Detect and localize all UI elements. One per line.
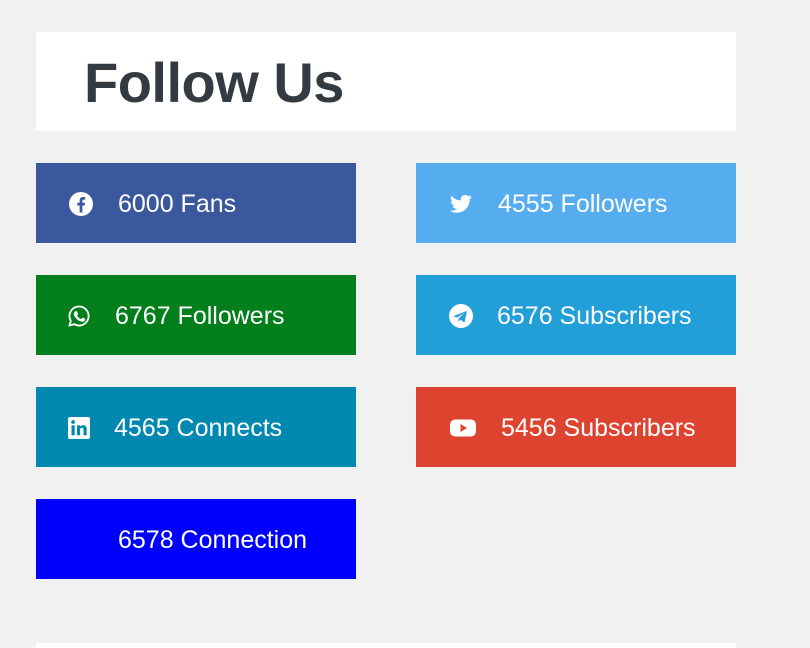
connection-button[interactable]: 6578 Connection [36, 499, 356, 579]
page-title: Follow Us [84, 51, 344, 114]
telegram-button[interactable]: 6576 Subscribers [416, 275, 736, 355]
twitter-label: 4555 Followers [498, 190, 668, 218]
twitter-icon [448, 191, 474, 217]
linkedin-button[interactable]: 4565 Connects [36, 387, 356, 467]
facebook-label: 6000 Fans [118, 190, 237, 218]
linkedin-label: 4565 Connects [114, 414, 283, 442]
linkedin-icon [66, 415, 92, 441]
whatsapp-icon [66, 303, 92, 329]
telegram-icon [448, 303, 474, 329]
follow-us-header: Follow Us [36, 32, 736, 131]
whatsapp-button[interactable]: 6767 Followers [36, 275, 356, 355]
youtube-icon [448, 415, 478, 441]
connection-label: 6578 Connection [118, 526, 308, 554]
whatsapp-label: 6767 Followers [115, 302, 285, 330]
youtube-label: 5456 Subscribers [501, 414, 696, 442]
next-section-edge [36, 643, 736, 648]
facebook-button[interactable]: 6000 Fans [36, 163, 356, 243]
twitter-button[interactable]: 4555 Followers [416, 163, 736, 243]
youtube-button[interactable]: 5456 Subscribers [416, 387, 736, 467]
telegram-label: 6576 Subscribers [497, 302, 692, 330]
facebook-icon [68, 191, 94, 217]
